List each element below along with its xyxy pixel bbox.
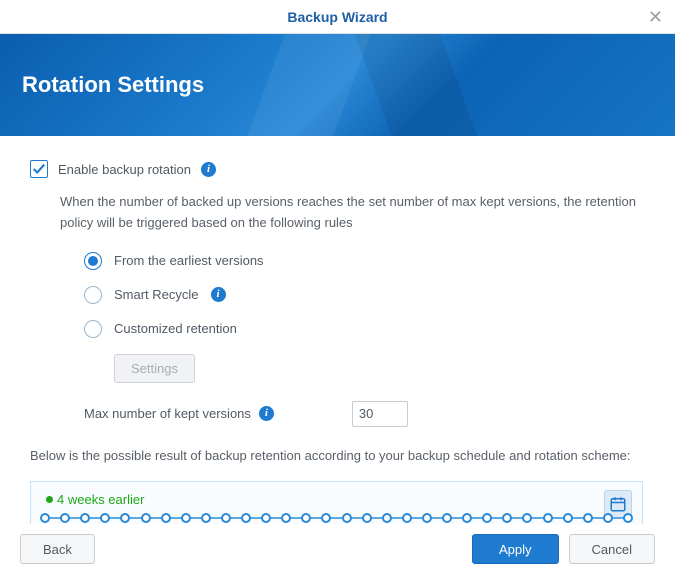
timeline-dot: [623, 513, 633, 523]
back-button[interactable]: Back: [20, 534, 95, 564]
content-area: Enable backup rotation i When the number…: [0, 136, 675, 524]
timeline-dot: [442, 513, 452, 523]
timeline-dot: [321, 513, 331, 523]
info-icon[interactable]: i: [259, 406, 274, 421]
timeline-label: 4 weeks earlier: [57, 492, 630, 507]
radio-row-custom[interactable]: Customized retention: [84, 320, 661, 338]
close-icon[interactable]: ✕: [648, 8, 663, 26]
timeline-track: [45, 517, 628, 519]
footer-bar: Back Apply Cancel: [0, 524, 675, 574]
radio-earliest[interactable]: [84, 252, 102, 270]
timeline-dot: [40, 513, 50, 523]
info-icon[interactable]: i: [211, 287, 226, 302]
radio-smart-label: Smart Recycle: [114, 287, 199, 302]
timeline-dot: [543, 513, 553, 523]
timeline-dot: [402, 513, 412, 523]
cancel-button[interactable]: Cancel: [569, 534, 655, 564]
timeline-dot: [201, 513, 211, 523]
preview-description: Below is the possible result of backup r…: [30, 445, 643, 467]
timeline-dot: [583, 513, 593, 523]
timeline-dot: [281, 513, 291, 523]
check-icon: [32, 162, 46, 176]
enable-rotation-label: Enable backup rotation: [58, 162, 191, 177]
settings-button: Settings: [114, 354, 195, 383]
radio-row-smart[interactable]: Smart Recycle i: [84, 286, 661, 304]
timeline-dot: [261, 513, 271, 523]
calendar-icon: [609, 495, 627, 513]
timeline-dot: [60, 513, 70, 523]
radio-custom-label: Customized retention: [114, 321, 237, 336]
timeline-dot: [241, 513, 251, 523]
apply-button[interactable]: Apply: [472, 534, 559, 564]
titlebar: Backup Wizard ✕: [0, 0, 675, 34]
header-banner: Rotation Settings: [0, 34, 675, 136]
radio-smart[interactable]: [84, 286, 102, 304]
timeline-dot: [120, 513, 130, 523]
timeline-preview: 4 weeks earlier: [30, 481, 643, 524]
timeline-dot: [563, 513, 573, 523]
timeline-marker-icon: [46, 496, 53, 503]
info-icon[interactable]: i: [201, 162, 216, 177]
timeline-dot: [141, 513, 151, 523]
enable-rotation-row: Enable backup rotation i: [30, 160, 661, 178]
radio-earliest-label: From the earliest versions: [114, 253, 264, 268]
max-versions-row: Max number of kept versions i: [84, 401, 661, 427]
window-title: Backup Wizard: [287, 9, 387, 25]
max-versions-label: Max number of kept versions: [84, 406, 251, 421]
retention-radio-group: From the earliest versions Smart Recycle…: [84, 252, 661, 338]
timeline-dot: [502, 513, 512, 523]
page-title: Rotation Settings: [22, 72, 204, 98]
timeline-dot: [301, 513, 311, 523]
enable-rotation-checkbox[interactable]: [30, 160, 48, 178]
timeline-dot: [382, 513, 392, 523]
timeline-dot: [362, 513, 372, 523]
timeline-dot: [603, 513, 613, 523]
timeline-dot: [100, 513, 110, 523]
timeline-dot: [161, 513, 171, 523]
radio-custom[interactable]: [84, 320, 102, 338]
timeline-dot: [342, 513, 352, 523]
max-versions-input[interactable]: [352, 401, 408, 427]
timeline-dot: [221, 513, 231, 523]
timeline-dot: [482, 513, 492, 523]
timeline-dot: [80, 513, 90, 523]
timeline-dot: [522, 513, 532, 523]
timeline-dot: [462, 513, 472, 523]
radio-row-earliest[interactable]: From the earliest versions: [84, 252, 661, 270]
rotation-description: When the number of backed up versions re…: [60, 192, 661, 234]
timeline-dot: [181, 513, 191, 523]
timeline-dot: [422, 513, 432, 523]
